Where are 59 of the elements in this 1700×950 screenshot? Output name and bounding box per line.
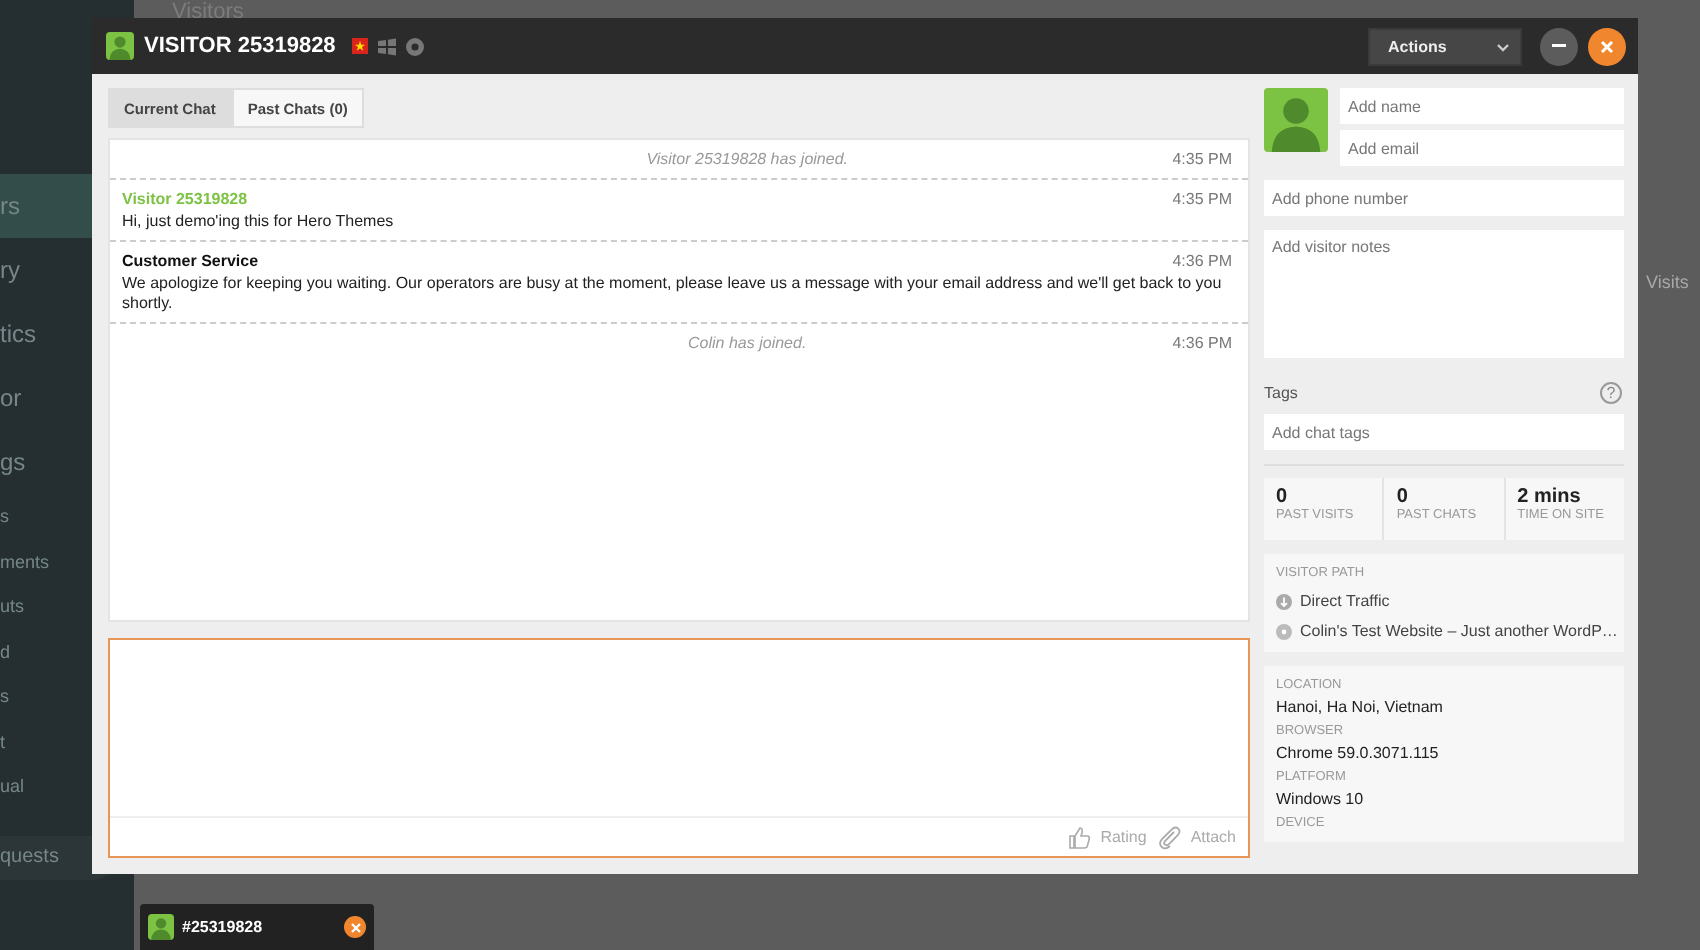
- sidebar-item[interactable]: d: [0, 629, 92, 674]
- minimize-icon: [1552, 44, 1566, 48]
- message-time: 4:35 PM: [1172, 189, 1232, 207]
- close-icon: [1600, 39, 1614, 53]
- paperclip-icon: [1158, 825, 1183, 849]
- column-header: Visits: [1646, 272, 1689, 292]
- detail-value: Hanoi, Ha Noi, Vietnam: [1276, 698, 1445, 716]
- browser-icon: [405, 37, 424, 55]
- sidebar-item[interactable]: ry: [0, 238, 92, 302]
- minimize-button[interactable]: [1540, 27, 1578, 65]
- path-entry: Colin's Test Website – Just another WordP…: [1300, 622, 1618, 640]
- sidebar-item[interactable]: uts: [0, 584, 92, 629]
- sidebar-item[interactable]: tics: [0, 302, 92, 366]
- system-message: Colin has joined.: [686, 333, 809, 351]
- sidebar-item[interactable]: gs: [0, 430, 92, 494]
- message-author: Visitor 25319828: [122, 189, 248, 207]
- close-button[interactable]: [344, 916, 366, 938]
- windows-icon: [377, 37, 396, 55]
- caret-icon: [1496, 41, 1510, 51]
- sidebar-item[interactable]: s: [0, 674, 92, 719]
- stat-value: 0: [1396, 486, 1410, 508]
- sidebar-item[interactable]: rs: [0, 174, 92, 238]
- system-message: Visitor 25319828 has joined.: [644, 149, 851, 167]
- avatar-icon: [106, 32, 134, 60]
- avatar-icon: [1264, 88, 1328, 152]
- name-field[interactable]: Add name: [1340, 88, 1624, 124]
- close-button[interactable]: [1588, 27, 1626, 65]
- close-icon: [349, 921, 361, 933]
- message-author: Customer Service: [122, 251, 259, 269]
- sidebar-item[interactable]: or: [0, 366, 92, 430]
- sidebar-item[interactable]: ual: [0, 764, 92, 809]
- message-text: We apologize for keeping you waiting. Our operators are busy at the moment, please leave us a message with your email address and we'll get back to you shortly.: [122, 274, 1224, 314]
- sidebar-item[interactable]: t: [0, 719, 92, 764]
- path-entry: Direct Traffic: [1300, 592, 1390, 610]
- message-time: 4:36 PM: [1172, 251, 1232, 269]
- message-time: 4:36 PM: [1172, 333, 1232, 351]
- stat-value: 2 mins: [1517, 486, 1583, 508]
- detail-value: Windows 10: [1276, 790, 1366, 808]
- sidebar-item[interactable]: s: [0, 494, 92, 539]
- message-text: Hi, just demo'ing this for Hero Themes: [122, 212, 396, 232]
- stat-value: 0: [1276, 486, 1290, 508]
- phone-field[interactable]: Add phone number: [1264, 180, 1624, 216]
- field-label: Tags: [1264, 384, 1298, 402]
- actions-dropdown[interactable]: Actions: [1368, 27, 1522, 65]
- email-field[interactable]: Add email: [1340, 130, 1624, 166]
- flag-icon: [351, 38, 368, 54]
- tags-field[interactable]: Add chat tags: [1264, 414, 1624, 450]
- notes-field[interactable]: Add visitor notes: [1264, 230, 1624, 358]
- attach-button[interactable]: Attach: [1158, 825, 1236, 849]
- window-title: VISITOR 25319828: [144, 34, 336, 58]
- avatar-icon: [148, 914, 174, 940]
- dot-icon: [1276, 623, 1292, 639]
- message-time: 4:35 PM: [1172, 149, 1232, 167]
- sidebar-item[interactable]: ments: [0, 539, 92, 584]
- download-icon: [1276, 593, 1292, 609]
- help-icon[interactable]: ?: [1600, 382, 1622, 404]
- detail-value: Chrome 59.0.3071.115: [1276, 744, 1441, 762]
- rating-button[interactable]: Rating: [1068, 825, 1147, 849]
- thumbs-up-icon: [1068, 825, 1093, 849]
